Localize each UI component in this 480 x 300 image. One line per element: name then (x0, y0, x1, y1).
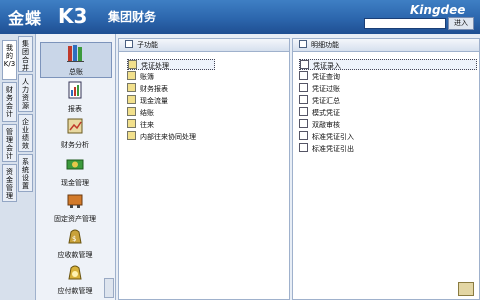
module-list-scrollbar[interactable] (104, 278, 114, 298)
list-item-label: 凭证录入 (313, 62, 341, 70)
module-label: 财务分析 (61, 141, 89, 149)
folder-icon (127, 119, 136, 128)
ledger-books-icon (67, 45, 84, 62)
list-item-label: 凭证查询 (312, 73, 340, 81)
list-item-label: 模式凭证 (312, 109, 340, 117)
module-label: 总账 (69, 68, 83, 76)
svg-text:K3: K3 (58, 4, 87, 28)
sub-function-header: 子功能 (119, 39, 289, 52)
receivable-icon: $ (68, 229, 82, 244)
module-general-ledger[interactable]: 总账 (40, 42, 112, 78)
panel-bullet-icon (125, 40, 133, 48)
module-financial-analysis[interactable]: 财务分析 (40, 116, 110, 149)
list-item-label: 双敲审核 (312, 121, 340, 129)
module-report[interactable]: 报表 (40, 80, 110, 113)
detail-item-double-review[interactable]: 双敲审核 (299, 119, 340, 129)
sub-item-cash-flow[interactable]: 现金流量 (127, 95, 168, 105)
detail-function-panel: 明细功能 凭证录入 凭证查询 凭证过账 凭证汇总 模式凭证 双敲审核 标准凭证引… (292, 38, 480, 300)
list-item-label: 标准凭证引出 (312, 145, 354, 153)
module-fixed-asset[interactable]: 固定资产管理 (40, 190, 110, 223)
module-payable[interactable]: 应付款管理 (40, 262, 110, 295)
document-icon (299, 131, 308, 140)
list-item-label: 内部往来协同处理 (140, 133, 196, 141)
document-icon (299, 83, 308, 92)
document-icon (299, 143, 308, 152)
detail-item-standard-voucher-import[interactable]: 标准凭证引入 (299, 131, 354, 141)
cash-icon (66, 159, 84, 170)
svg-text:$: $ (72, 235, 76, 243)
detail-item-template-voucher[interactable]: 模式凭证 (299, 107, 340, 117)
list-item-label: 账簿 (140, 73, 154, 81)
tab-group-consolidation[interactable]: 集团合并 (18, 36, 33, 72)
list-item-label: 凭证处理 (141, 62, 169, 70)
tab-my-k3[interactable]: 我的K/3 (2, 40, 17, 80)
tab-human-resources[interactable]: 人力资源 (18, 74, 33, 112)
tab-financial-accounting[interactable]: 财务会计 (2, 82, 17, 122)
detail-function-header: 明细功能 (293, 39, 479, 52)
list-item-label: 结账 (140, 109, 154, 117)
search-input[interactable] (364, 18, 446, 29)
page-title: 集团财务 (108, 10, 157, 24)
detail-item-voucher-query[interactable]: 凭证查询 (299, 71, 340, 81)
module-label: 现金管理 (61, 179, 89, 187)
document-icon (299, 95, 308, 104)
briefcase-icon[interactable] (458, 282, 474, 296)
brand-logo: Kingdee (410, 3, 466, 17)
tab-fund-management[interactable]: 资金管理 (2, 164, 17, 202)
list-item-label: 往来 (140, 121, 154, 129)
document-icon (300, 60, 309, 69)
module-receivable[interactable]: $ 应收款管理 (40, 226, 110, 259)
payable-icon (68, 265, 82, 280)
document-icon (299, 119, 308, 128)
list-item-label: 现金流量 (140, 97, 168, 105)
k3-logo-icon: K3 (58, 4, 87, 28)
module-label: 报表 (68, 105, 82, 113)
kingdee-logo-text: 金蝶 (8, 9, 43, 28)
document-icon (299, 71, 308, 80)
panel-bullet-icon (299, 40, 307, 48)
module-label: 固定资产管理 (54, 215, 96, 223)
sub-function-title: 子功能 (137, 41, 158, 49)
folder-icon (128, 60, 137, 69)
sub-item-closing[interactable]: 结账 (127, 107, 154, 117)
header-bar: 金蝶 K3 集团财务 Kingdee 进入 (0, 0, 480, 34)
detail-item-voucher-posting[interactable]: 凭证过账 (299, 83, 340, 93)
list-item-label: 凭证过账 (312, 85, 340, 93)
list-item-label: 凭证汇总 (312, 97, 340, 105)
tab-management-accounting[interactable]: 管理会计 (2, 124, 17, 162)
detail-item-voucher-summary[interactable]: 凭证汇总 (299, 95, 340, 105)
tab-enterprise-performance[interactable]: 企业绩效 (18, 114, 33, 152)
list-item-label: 标准凭证引入 (312, 133, 354, 141)
folder-icon (127, 83, 136, 92)
sub-item-voucher-processing[interactable]: 凭证处理 (127, 59, 215, 70)
vertical-tab-bar: 我的K/3 集团合并 财务会计 人力资源 管理会计 企业绩效 资金管理 系统设置 (0, 34, 36, 300)
sub-function-panel: 子功能 凭证处理 账簿 财务报表 现金流量 结账 往来 内部往来协同处理 (118, 38, 290, 300)
sub-item-ledgers[interactable]: 账簿 (127, 71, 154, 81)
module-cash-management[interactable]: 现金管理 (40, 154, 110, 187)
list-item-label: 财务报表 (140, 85, 168, 93)
detail-function-title: 明细功能 (311, 41, 339, 49)
module-list: 总账 报表 财务分析 现金管理 固定资产管理 $ 应收款管理 应付款管理 (36, 34, 116, 300)
analysis-icon (67, 118, 83, 134)
sub-item-transactions[interactable]: 往来 (127, 119, 154, 129)
go-button[interactable]: 进入 (448, 17, 474, 30)
folder-icon (127, 71, 136, 80)
sub-item-financial-statements[interactable]: 财务报表 (127, 83, 168, 93)
folder-icon (127, 95, 136, 104)
module-label: 应付款管理 (57, 287, 93, 295)
detail-item-voucher-entry[interactable]: 凭证录入 (299, 59, 477, 70)
fixed-asset-icon (67, 194, 83, 208)
sub-item-internal-transactions[interactable]: 内部往来协同处理 (127, 131, 196, 141)
module-label: 应收款管理 (57, 251, 93, 259)
document-icon (299, 107, 308, 116)
report-icon (68, 81, 82, 99)
detail-item-standard-voucher-export[interactable]: 标准凭证引出 (299, 143, 354, 153)
folder-icon (127, 131, 136, 140)
folder-icon (127, 107, 136, 116)
tab-system-settings[interactable]: 系统设置 (18, 154, 33, 192)
